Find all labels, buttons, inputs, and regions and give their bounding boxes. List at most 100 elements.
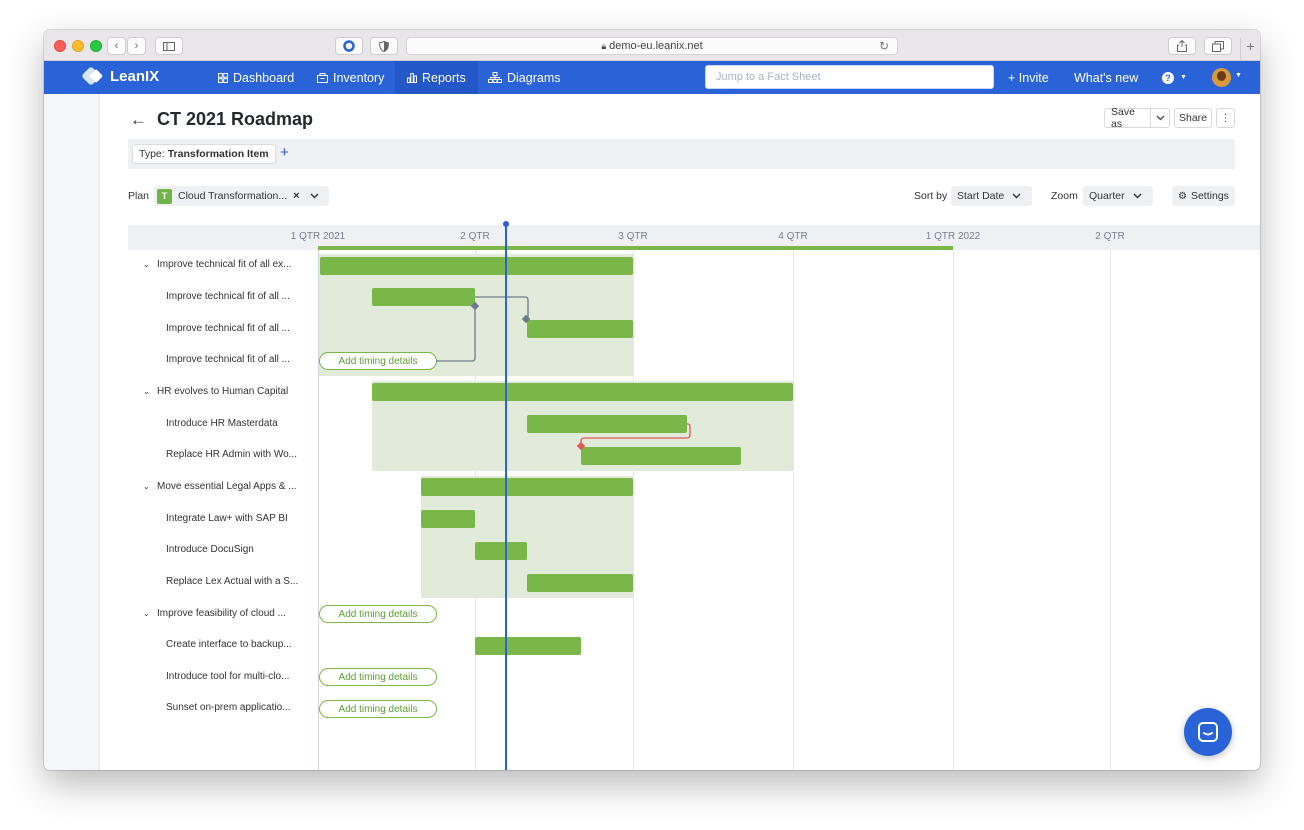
ring-icon [343, 40, 355, 52]
add-timing-details-button[interactable]: Add timing details [319, 668, 437, 686]
nav-inventory-label: Inventory [333, 70, 385, 85]
nav-dashboard[interactable]: Dashboard [206, 61, 306, 94]
shield-extension-button[interactable] [370, 37, 398, 55]
user-avatar[interactable] [1212, 68, 1231, 87]
today-marker-line [505, 224, 507, 770]
add-timing-details-button[interactable]: Add timing details [319, 700, 437, 718]
report-actions: Save as Share ⋮ [1104, 106, 1235, 130]
row-label-text: Sunset on-prem applicatio... [166, 702, 291, 713]
chevron-down-icon[interactable]: ⌄ [143, 482, 152, 491]
gantt-bar[interactable] [527, 320, 633, 338]
gantt-bar[interactable] [421, 510, 475, 528]
gantt-bar[interactable] [527, 574, 633, 592]
back-nav-button[interactable]: ‹ [107, 37, 126, 55]
url-text: demo-eu.leanix.net [609, 40, 703, 52]
gantt-row-label[interactable]: ⌄ Move essential Legal Apps & ... [143, 481, 297, 492]
row-label-text: Improve feasibility of cloud ... [157, 608, 286, 619]
leanix-logo[interactable]: LeanIX [82, 67, 159, 85]
chevron-down-icon [1133, 193, 1142, 199]
row-label-text: Introduce tool for multi-clo... [166, 671, 290, 682]
sort-select[interactable]: Start Date [951, 186, 1032, 206]
minimize-window-button[interactable] [72, 40, 84, 52]
chevron-down-icon [1012, 193, 1021, 199]
gantt-bar[interactable] [421, 478, 633, 496]
settings-button[interactable]: ⚙︎ Settings [1172, 186, 1235, 206]
tick-1qtr-2022: 1 QTR 2022 [925, 231, 981, 242]
save-as-button[interactable]: Save as [1104, 106, 1151, 130]
zoom-label: Zoom [1051, 190, 1078, 202]
plan-span-line [318, 246, 953, 250]
clear-plan-icon[interactable]: × [293, 190, 299, 202]
new-tab-button[interactable]: + [1240, 38, 1260, 61]
row-label-text: Integrate Law+ with SAP BI [166, 513, 288, 524]
gantt-bar[interactable] [372, 383, 793, 401]
gantt-bar[interactable] [475, 542, 527, 560]
gantt-row-label[interactable]: Introduce HR Masterdata [166, 418, 278, 429]
invite-label: + Invite [1008, 70, 1049, 85]
browser-toolbar: ‹ › 🔒︎ demo-eu.leanix.net ↻ + [44, 30, 1260, 61]
plan-type-badge: T [157, 188, 172, 204]
chevron-down-icon[interactable]: ⌄ [143, 260, 152, 269]
gantt-row-label[interactable]: Improve technical fit of all ... [166, 354, 290, 365]
whats-new-button[interactable]: What's new [1062, 61, 1150, 94]
gantt-row-label[interactable]: Improve technical fit of all ... [166, 323, 290, 334]
add-timing-details-button[interactable]: Add timing details [319, 352, 437, 370]
app-navbar: LeanIX Dashboard Inventory Reports Diagr… [44, 61, 1260, 94]
address-bar[interactable]: 🔒︎ demo-eu.leanix.net ↻ [406, 37, 898, 55]
filter-value: Transformation Item [167, 148, 269, 160]
reload-icon[interactable]: ↻ [879, 39, 889, 53]
gantt-row-label[interactable]: Replace HR Admin with Wo... [166, 449, 297, 460]
more-options-button[interactable]: ⋮ [1216, 108, 1235, 128]
row-label-text: Improve technical fit of all ... [166, 323, 290, 334]
gantt-row-label[interactable]: Sunset on-prem applicatio... [166, 702, 291, 713]
share-page-button[interactable] [1168, 37, 1196, 55]
close-window-button[interactable] [54, 40, 66, 52]
filter-key: Type: [139, 148, 165, 160]
gantt-row-label[interactable]: Introduce tool for multi-clo... [166, 671, 289, 682]
add-timing-details-button[interactable]: Add timing details [319, 605, 437, 623]
tick-3qtr: 3 QTR [618, 231, 648, 242]
add-filter-icon[interactable]: + [280, 144, 289, 161]
share-button[interactable]: Share [1174, 108, 1212, 128]
gantt-row-label[interactable]: ⌄ HR evolves to Human Capital [143, 386, 288, 397]
type-filter-chip[interactable]: Type: Transformation Item [132, 144, 276, 164]
settings-label: Settings [1190, 190, 1229, 202]
sidebar-toggle-button[interactable] [155, 37, 183, 55]
gantt-row-label[interactable]: Create interface to backup... [166, 639, 292, 650]
fact-sheet-search-input[interactable]: Jump to a Fact Sheet [705, 65, 994, 89]
gantt-row-label[interactable]: ⌄ Improve feasibility of cloud ... [143, 608, 286, 619]
gantt-row-label[interactable]: ⌄ Improve technical fit of all ex... [143, 259, 292, 270]
plan-selector[interactable]: T Cloud Transformation... × [154, 186, 329, 206]
nav-reports[interactable]: Reports [395, 61, 478, 94]
avatar-caret-icon[interactable]: ▼ [1235, 72, 1242, 79]
zoom-value: Quarter [1089, 190, 1125, 202]
gantt-bar[interactable] [581, 447, 741, 465]
row-label-text: Improve technical fit of all ... [166, 354, 290, 365]
chevron-down-icon[interactable]: ⌄ [143, 387, 152, 396]
gantt-bar[interactable] [372, 288, 475, 306]
help-menu-button[interactable]: ? ▼ [1150, 61, 1199, 94]
chevron-down-icon[interactable]: ⌄ [143, 609, 152, 618]
chevron-right-icon: › [134, 40, 139, 52]
save-as-dropdown-button[interactable] [1151, 108, 1170, 128]
extension-button[interactable] [335, 37, 363, 55]
forward-nav-button[interactable]: › [127, 37, 146, 55]
nav-diagrams[interactable]: Diagrams [476, 61, 573, 94]
gantt-row-label[interactable]: Replace Lex Actual with a S... [166, 576, 298, 587]
invite-button[interactable]: + Invite [996, 61, 1061, 94]
gantt-bar[interactable] [527, 415, 687, 433]
today-marker-handle[interactable] [503, 221, 509, 227]
back-arrow-icon[interactable]: ← [130, 110, 147, 130]
gantt-row-label[interactable]: Integrate Law+ with SAP BI [166, 513, 288, 524]
tabs-overview-button[interactable] [1204, 37, 1232, 55]
gantt-row-label[interactable]: Introduce DocuSign [166, 544, 254, 555]
zoom-window-button[interactable] [90, 40, 102, 52]
gantt-bar[interactable] [475, 637, 581, 655]
zoom-select[interactable]: Quarter [1083, 186, 1153, 206]
row-label-text: Replace HR Admin with Wo... [166, 449, 297, 460]
gantt-bar[interactable] [320, 257, 633, 275]
row-label-text: HR evolves to Human Capital [157, 386, 289, 397]
gantt-row-label[interactable]: Improve technical fit of all ... [166, 291, 290, 302]
nav-inventory[interactable]: Inventory [305, 61, 396, 94]
chat-launcher-button[interactable] [1184, 708, 1232, 756]
